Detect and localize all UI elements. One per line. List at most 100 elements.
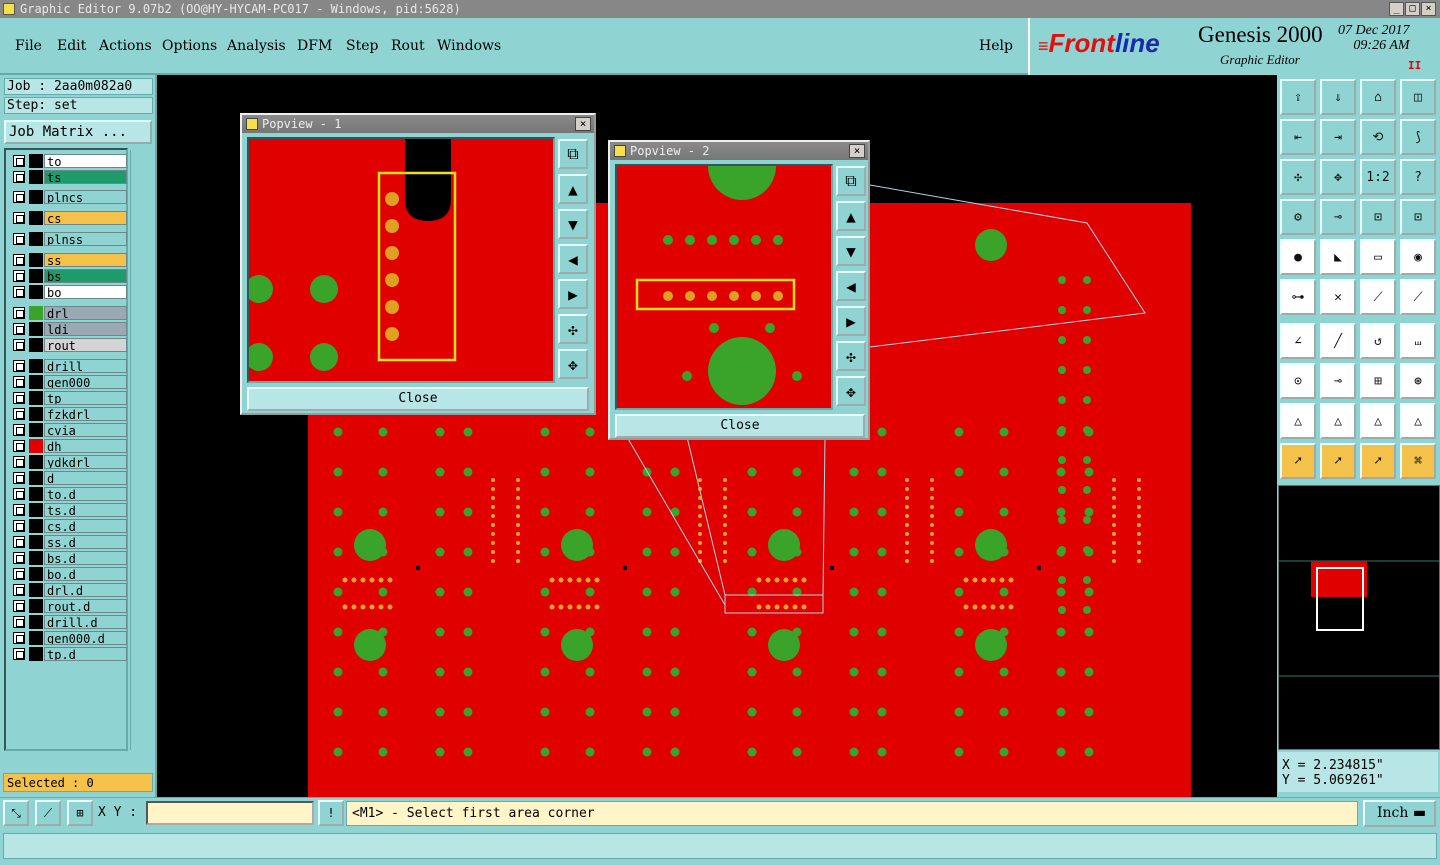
layer-color-swatch[interactable] bbox=[29, 269, 43, 283]
layer-color-swatch[interactable] bbox=[29, 567, 43, 581]
menu-windows[interactable]: Windows bbox=[437, 38, 501, 54]
popview-2-close-button[interactable]: Close bbox=[615, 414, 865, 438]
layer-row-ydkdrl[interactable]: ydkdrl bbox=[9, 455, 127, 469]
measure-icon[interactable]: ⟋ bbox=[35, 800, 61, 826]
settings-icon[interactable]: ⚙ bbox=[1280, 199, 1316, 235]
layer-row-to[interactable]: to bbox=[9, 154, 127, 168]
layer-color-swatch[interactable] bbox=[29, 471, 43, 485]
rotate-icon[interactable]: ⟲ bbox=[1360, 119, 1396, 155]
layer-row-fzkdrl[interactable]: fzkdrl bbox=[9, 407, 127, 421]
layer-checkbox[interactable] bbox=[13, 488, 25, 500]
popview-pan-left-icon[interactable]: ◀ bbox=[836, 271, 866, 301]
popview-home-icon[interactable]: ✥ bbox=[558, 349, 588, 379]
layer-color-swatch[interactable] bbox=[29, 487, 43, 501]
layer-name[interactable]: cs bbox=[44, 211, 127, 225]
layer-checkbox[interactable] bbox=[13, 323, 25, 335]
flip-icon[interactable]: ⟆ bbox=[1400, 119, 1436, 155]
ratio-icon[interactable]: 1:2 bbox=[1360, 159, 1396, 195]
layer-name[interactable]: bs bbox=[44, 269, 127, 283]
popview-2-close-icon[interactable]: × bbox=[849, 144, 865, 158]
layer-color-swatch[interactable] bbox=[29, 535, 43, 549]
menu-edit[interactable]: Edit bbox=[57, 38, 86, 54]
minimize-button[interactable]: _ bbox=[1389, 2, 1404, 16]
layer-name[interactable]: plnss bbox=[44, 232, 127, 246]
layer-row-plncs[interactable]: plncs bbox=[9, 190, 127, 204]
layer-name[interactable]: ss bbox=[44, 253, 127, 267]
layer-name[interactable]: tp.d bbox=[44, 647, 127, 661]
edit-b-icon[interactable]: △ bbox=[1320, 403, 1356, 439]
popview-2-titlebar[interactable]: Popview - 2 × bbox=[610, 142, 868, 160]
layer-checkbox[interactable] bbox=[13, 392, 25, 404]
layer-row-dh[interactable]: dh bbox=[9, 439, 127, 453]
layer-color-swatch[interactable] bbox=[29, 190, 43, 204]
layer-checkbox[interactable] bbox=[13, 616, 25, 628]
popview-pan-down-icon[interactable]: ▼ bbox=[836, 236, 866, 266]
layer-checkbox[interactable] bbox=[13, 191, 25, 203]
popview-1-close-icon[interactable]: × bbox=[575, 117, 591, 131]
pause-indicator[interactable]: II bbox=[1408, 59, 1421, 72]
select-area-icon[interactable]: ➚ bbox=[1360, 443, 1396, 479]
layer-row-gen000[interactable]: gen000 bbox=[9, 375, 127, 389]
layer-row-ss[interactable]: ss bbox=[9, 253, 127, 267]
tool-a-icon[interactable]: ⊸ bbox=[1320, 199, 1356, 235]
layer-name[interactable]: plncs bbox=[44, 190, 127, 204]
popview-zoom-icon[interactable]: ⧉ bbox=[836, 166, 866, 196]
popview-2-view[interactable] bbox=[615, 164, 833, 410]
layer-b-icon[interactable]: ⊡ bbox=[1400, 199, 1436, 235]
snap-icon[interactable]: ⤡ bbox=[3, 800, 29, 826]
layer-checkbox[interactable] bbox=[13, 254, 25, 266]
layer-color-swatch[interactable] bbox=[29, 359, 43, 373]
copy-icon[interactable]: ⟋ bbox=[1400, 279, 1436, 315]
shape-icon[interactable]: ⊛ bbox=[1400, 363, 1436, 399]
layer-checkbox[interactable] bbox=[13, 648, 25, 660]
layer-color-swatch[interactable] bbox=[29, 423, 43, 437]
layer-row-plnss[interactable]: plnss bbox=[9, 232, 127, 246]
menu-rout[interactable]: Rout bbox=[391, 38, 425, 54]
layer-row-bs[interactable]: bs bbox=[9, 269, 127, 283]
feature-icon[interactable]: ⊙ bbox=[1280, 363, 1316, 399]
segment-icon[interactable]: ╱ bbox=[1320, 323, 1356, 359]
popview-fit-icon[interactable]: ✣ bbox=[558, 314, 588, 344]
layer-row-to-d[interactable]: to.d bbox=[9, 487, 127, 501]
layer-name[interactable]: gen000.d bbox=[44, 631, 127, 645]
maximize-button[interactable]: □ bbox=[1405, 2, 1420, 16]
unit-selector[interactable]: Inch ▬ bbox=[1363, 800, 1436, 827]
popview-zoom-icon[interactable]: ⧉ bbox=[558, 139, 588, 169]
layer-row-drl[interactable]: drl bbox=[9, 306, 127, 320]
layer-name[interactable]: drl.d bbox=[44, 583, 127, 597]
layer-color-swatch[interactable] bbox=[29, 391, 43, 405]
popview-1-close-button[interactable]: Close bbox=[247, 387, 589, 411]
layer-checkbox[interactable] bbox=[13, 456, 25, 468]
menu-help[interactable]: Help bbox=[979, 38, 1013, 54]
layer-row-cs-d[interactable]: cs.d bbox=[9, 519, 127, 533]
layer-color-swatch[interactable] bbox=[29, 407, 43, 421]
cut-icon[interactable]: ⊸ bbox=[1320, 363, 1356, 399]
grid-icon[interactable]: ⊞ bbox=[1360, 363, 1396, 399]
layer-row-rout-d[interactable]: rout.d bbox=[9, 599, 127, 613]
layer-color-swatch[interactable] bbox=[29, 439, 43, 453]
layer-checkbox[interactable] bbox=[13, 440, 25, 452]
layer-color-swatch[interactable] bbox=[29, 154, 43, 168]
menu-dfm[interactable]: DFM bbox=[297, 38, 332, 54]
edit-d-icon[interactable]: △ bbox=[1400, 403, 1436, 439]
menu-actions[interactable]: Actions bbox=[99, 38, 152, 54]
help-icon[interactable]: ? bbox=[1400, 159, 1436, 195]
popview-pan-up-icon[interactable]: ▲ bbox=[558, 174, 588, 204]
layer-checkbox[interactable] bbox=[13, 155, 25, 167]
popview-1-view[interactable] bbox=[247, 137, 555, 383]
select-net-icon[interactable]: ⌘ bbox=[1400, 443, 1436, 479]
edit-c-icon[interactable]: △ bbox=[1360, 403, 1396, 439]
layer-color-swatch[interactable] bbox=[29, 375, 43, 389]
window-close-button[interactable]: × bbox=[1421, 2, 1436, 16]
add-pad-icon[interactable]: ● bbox=[1280, 239, 1316, 275]
layer-name[interactable]: d bbox=[44, 471, 127, 485]
layer-color-swatch[interactable] bbox=[29, 322, 43, 336]
layer-list-scrollbar[interactable] bbox=[130, 150, 152, 750]
layer-color-swatch[interactable] bbox=[29, 170, 43, 184]
layer-row-ts-d[interactable]: ts.d bbox=[9, 503, 127, 517]
layer-checkbox[interactable] bbox=[13, 600, 25, 612]
overview-map[interactable] bbox=[1278, 485, 1440, 750]
layer-row-cs[interactable]: cs bbox=[9, 211, 127, 225]
layer-color-swatch[interactable] bbox=[29, 551, 43, 565]
layer-color-swatch[interactable] bbox=[29, 647, 43, 661]
